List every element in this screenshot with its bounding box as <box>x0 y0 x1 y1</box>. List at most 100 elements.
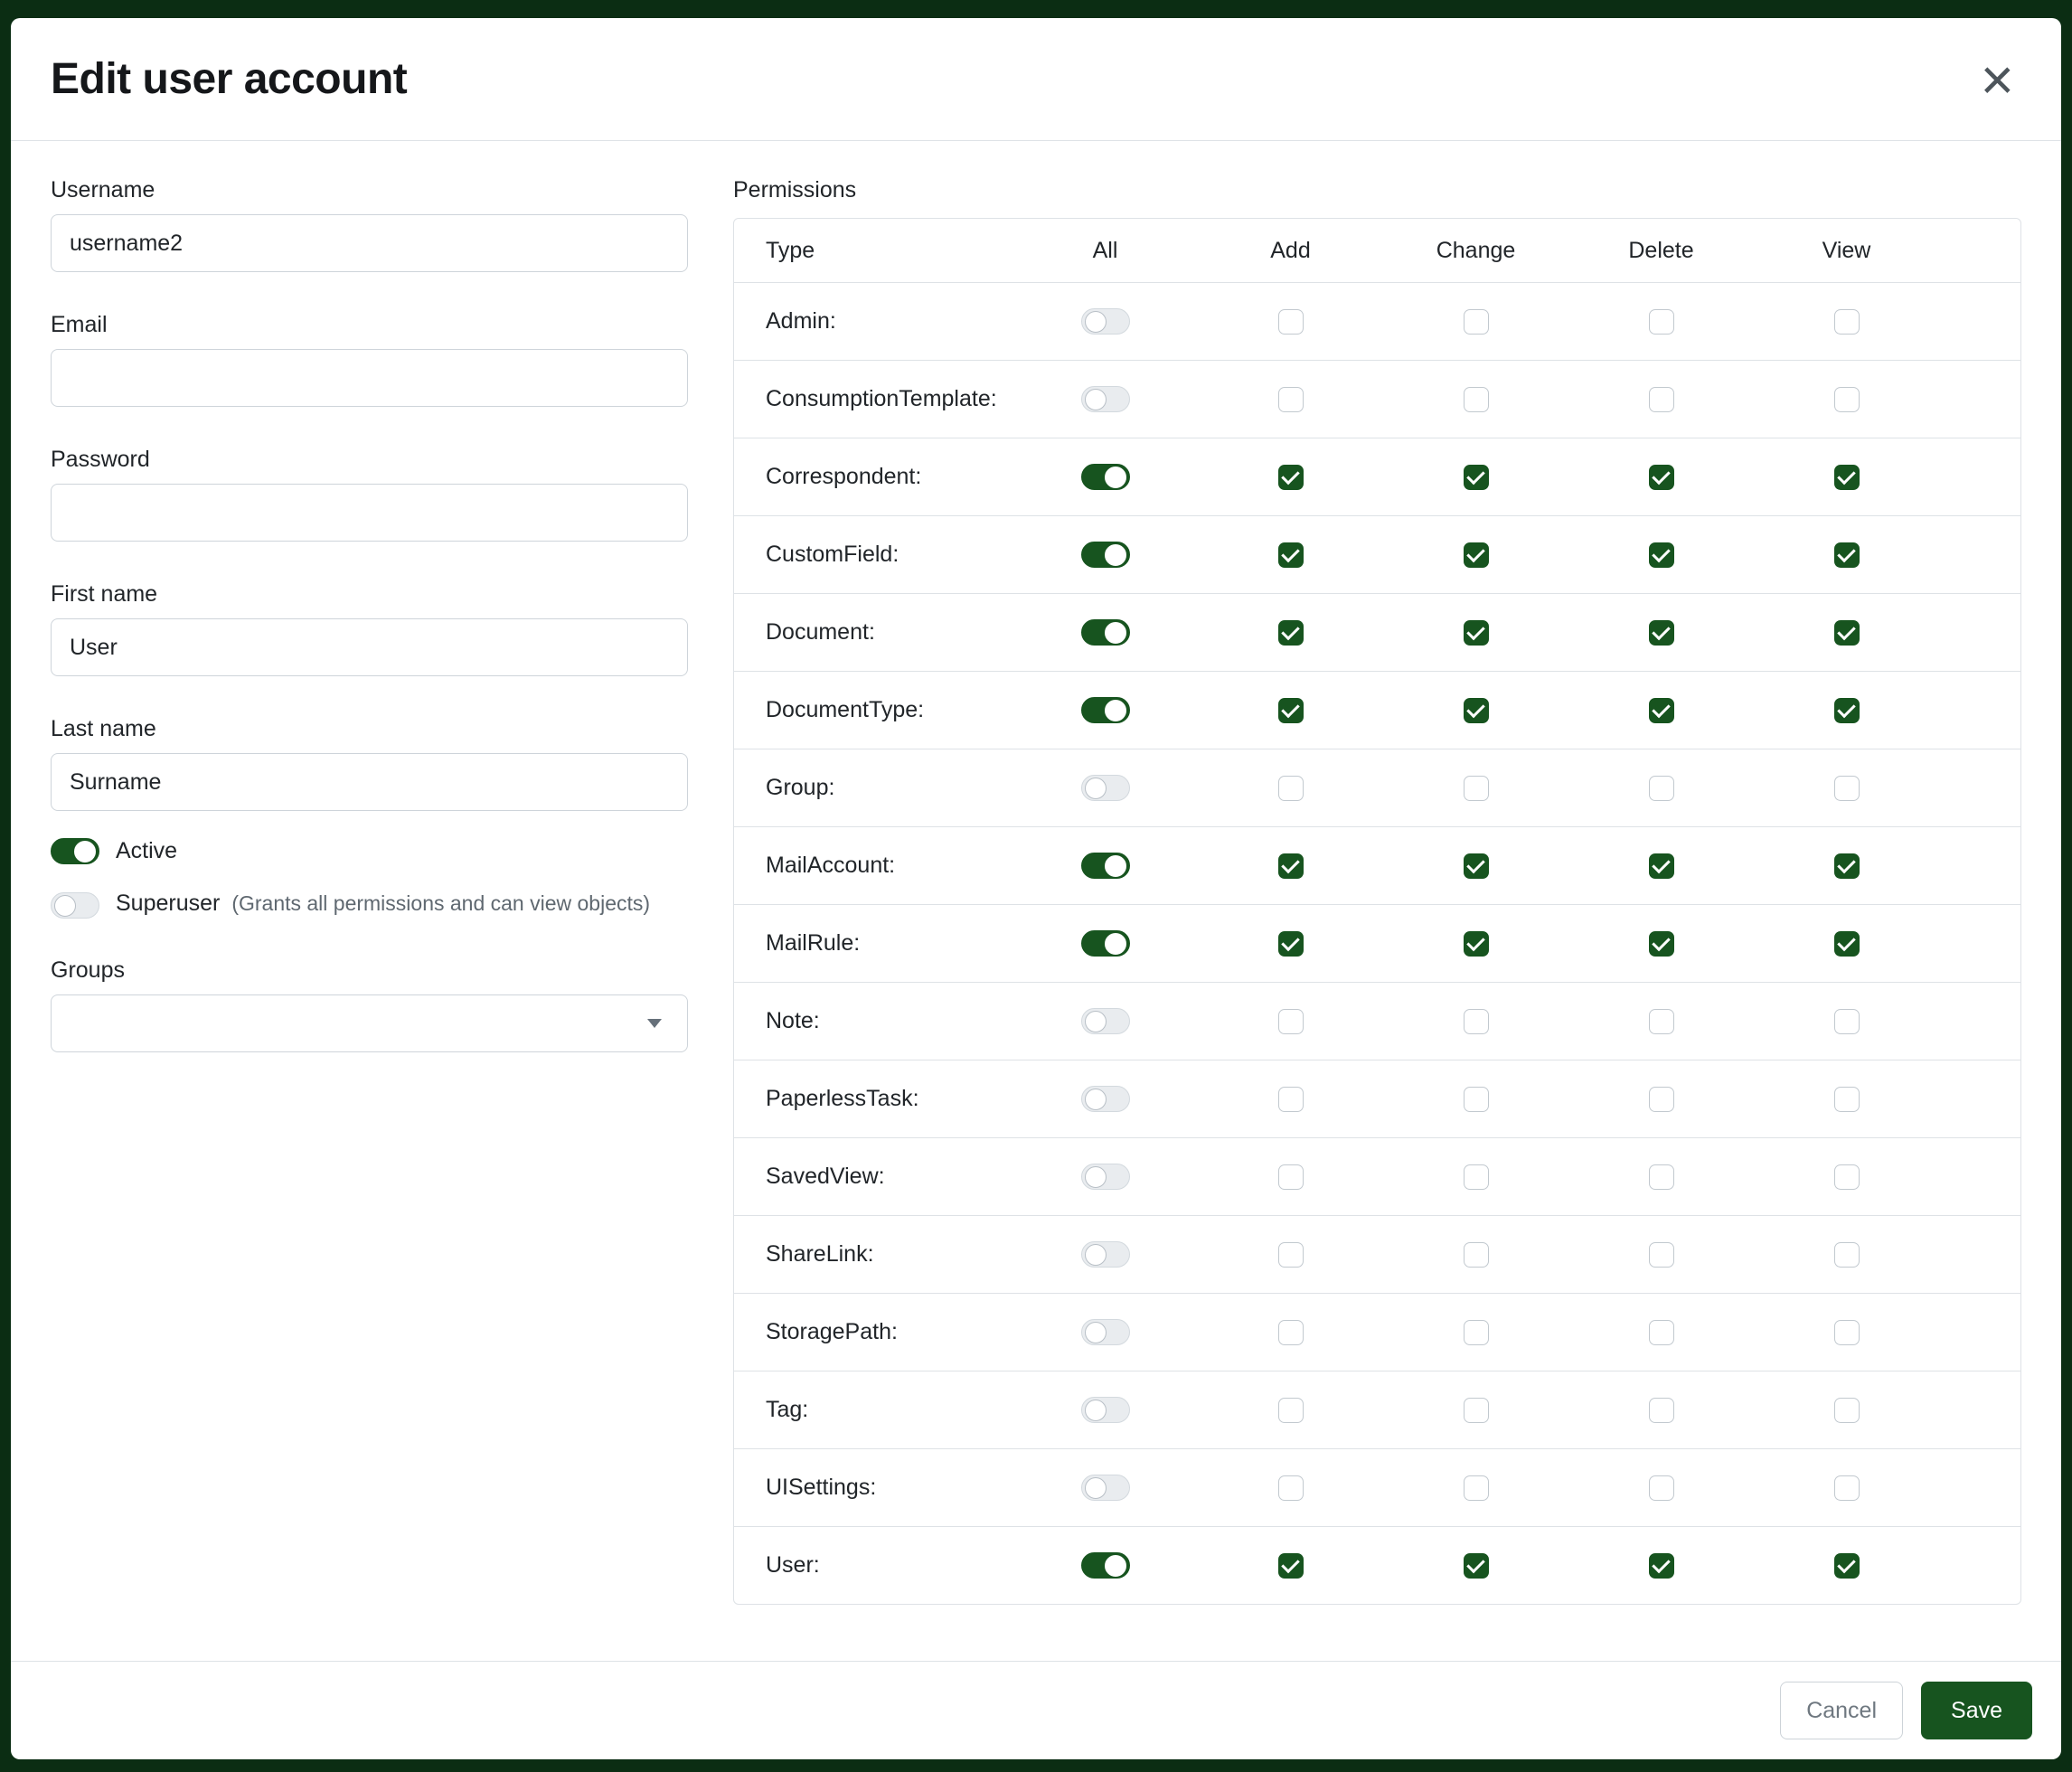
permission-view-checkbox[interactable] <box>1834 309 1860 335</box>
save-button[interactable]: Save <box>1921 1682 2032 1739</box>
close-icon[interactable]: × <box>1973 58 2021 101</box>
permission-view-checkbox[interactable] <box>1834 1087 1860 1112</box>
permission-add-checkbox[interactable] <box>1278 1475 1304 1501</box>
permission-add-checkbox[interactable] <box>1278 309 1304 335</box>
permission-view-checkbox[interactable] <box>1834 1009 1860 1034</box>
superuser-toggle[interactable] <box>51 892 99 919</box>
permission-all-toggle[interactable] <box>1081 542 1130 568</box>
permission-change-checkbox[interactable] <box>1464 931 1489 957</box>
permission-add-checkbox[interactable] <box>1278 853 1304 879</box>
permission-view-checkbox[interactable] <box>1834 698 1860 723</box>
permission-view-checkbox[interactable] <box>1834 931 1860 957</box>
permission-delete-checkbox[interactable] <box>1649 1475 1674 1501</box>
permission-delete-checkbox[interactable] <box>1649 1242 1674 1268</box>
permission-all-toggle[interactable] <box>1081 308 1130 335</box>
permission-add-checkbox[interactable] <box>1278 620 1304 646</box>
permission-all-toggle[interactable] <box>1081 1164 1130 1190</box>
permission-change-checkbox[interactable] <box>1464 309 1489 335</box>
permission-delete-checkbox[interactable] <box>1649 465 1674 490</box>
permission-change-checkbox[interactable] <box>1464 1553 1489 1579</box>
permission-change-checkbox[interactable] <box>1464 776 1489 801</box>
permission-view-checkbox[interactable] <box>1834 387 1860 412</box>
groups-select[interactable] <box>51 994 688 1052</box>
permission-change-checkbox[interactable] <box>1464 853 1489 879</box>
permission-change-checkbox[interactable] <box>1464 1009 1489 1034</box>
permission-add-checkbox[interactable] <box>1278 1164 1304 1190</box>
permission-add-checkbox[interactable] <box>1278 698 1304 723</box>
permission-change-checkbox[interactable] <box>1464 465 1489 490</box>
permission-view-checkbox[interactable] <box>1834 1553 1860 1579</box>
permission-delete-checkbox[interactable] <box>1649 1164 1674 1190</box>
permission-all-toggle[interactable] <box>1081 1008 1130 1034</box>
permission-view-checkbox[interactable] <box>1834 620 1860 646</box>
permission-all-toggle[interactable] <box>1081 697 1130 723</box>
permission-change-checkbox[interactable] <box>1464 1164 1489 1190</box>
permission-add-checkbox[interactable] <box>1278 1087 1304 1112</box>
superuser-hint: (Grants all permissions and can view obj… <box>231 891 650 915</box>
permission-view-checkbox[interactable] <box>1834 1475 1860 1501</box>
permission-add-checkbox[interactable] <box>1278 1553 1304 1579</box>
permission-delete-checkbox[interactable] <box>1649 387 1674 412</box>
permission-view-checkbox[interactable] <box>1834 542 1860 568</box>
permission-add-checkbox[interactable] <box>1278 1242 1304 1268</box>
permission-all-toggle[interactable] <box>1081 775 1130 801</box>
permission-delete-checkbox[interactable] <box>1649 776 1674 801</box>
permission-view-checkbox[interactable] <box>1834 1320 1860 1345</box>
first-name-field[interactable] <box>51 618 688 676</box>
permission-all-toggle[interactable] <box>1081 386 1130 412</box>
permission-delete-checkbox[interactable] <box>1649 1087 1674 1112</box>
permission-add-checkbox[interactable] <box>1278 1009 1304 1034</box>
permission-change-checkbox[interactable] <box>1464 1087 1489 1112</box>
permission-delete-checkbox[interactable] <box>1649 931 1674 957</box>
permission-add-checkbox[interactable] <box>1278 1398 1304 1423</box>
last-name-field[interactable] <box>51 753 688 811</box>
username-input[interactable] <box>51 214 688 272</box>
permission-change-checkbox[interactable] <box>1464 1242 1489 1268</box>
permission-add-checkbox[interactable] <box>1278 931 1304 957</box>
permission-all-toggle[interactable] <box>1081 853 1130 879</box>
permission-delete-cell <box>1568 1009 1754 1034</box>
permission-view-checkbox[interactable] <box>1834 1242 1860 1268</box>
permission-change-checkbox[interactable] <box>1464 1320 1489 1345</box>
permission-view-checkbox[interactable] <box>1834 465 1860 490</box>
permission-add-checkbox[interactable] <box>1278 465 1304 490</box>
permission-delete-checkbox[interactable] <box>1649 1009 1674 1034</box>
permission-view-checkbox[interactable] <box>1834 776 1860 801</box>
permission-delete-checkbox[interactable] <box>1649 1398 1674 1423</box>
permission-all-toggle[interactable] <box>1081 1552 1130 1579</box>
permission-change-checkbox[interactable] <box>1464 698 1489 723</box>
permission-all-toggle[interactable] <box>1081 1086 1130 1112</box>
permission-change-checkbox[interactable] <box>1464 387 1489 412</box>
password-field[interactable] <box>51 484 688 542</box>
permission-change-checkbox[interactable] <box>1464 1475 1489 1501</box>
permission-delete-checkbox[interactable] <box>1649 1553 1674 1579</box>
permission-delete-checkbox[interactable] <box>1649 853 1674 879</box>
permission-view-checkbox[interactable] <box>1834 1398 1860 1423</box>
permission-delete-checkbox[interactable] <box>1649 620 1674 646</box>
permission-delete-checkbox[interactable] <box>1649 1320 1674 1345</box>
permission-change-checkbox[interactable] <box>1464 620 1489 646</box>
permission-add-checkbox[interactable] <box>1278 387 1304 412</box>
permission-add-checkbox[interactable] <box>1278 776 1304 801</box>
permission-view-cell <box>1754 776 1939 801</box>
permission-all-toggle[interactable] <box>1081 1397 1130 1423</box>
permission-add-checkbox[interactable] <box>1278 1320 1304 1345</box>
permission-add-checkbox[interactable] <box>1278 542 1304 568</box>
permission-all-toggle[interactable] <box>1081 1241 1130 1268</box>
permission-change-checkbox[interactable] <box>1464 542 1489 568</box>
permission-change-cell <box>1383 698 1568 723</box>
permission-all-toggle[interactable] <box>1081 1319 1130 1345</box>
permission-delete-checkbox[interactable] <box>1649 542 1674 568</box>
permission-delete-checkbox[interactable] <box>1649 309 1674 335</box>
permission-change-checkbox[interactable] <box>1464 1398 1489 1423</box>
permission-all-toggle[interactable] <box>1081 619 1130 646</box>
permission-view-checkbox[interactable] <box>1834 853 1860 879</box>
permission-all-toggle[interactable] <box>1081 464 1130 490</box>
permission-delete-checkbox[interactable] <box>1649 698 1674 723</box>
permission-view-checkbox[interactable] <box>1834 1164 1860 1190</box>
active-toggle[interactable] <box>51 838 99 864</box>
permission-all-toggle[interactable] <box>1081 930 1130 957</box>
email-field[interactable] <box>51 349 688 407</box>
permission-all-toggle[interactable] <box>1081 1475 1130 1501</box>
cancel-button[interactable]: Cancel <box>1780 1682 1903 1739</box>
